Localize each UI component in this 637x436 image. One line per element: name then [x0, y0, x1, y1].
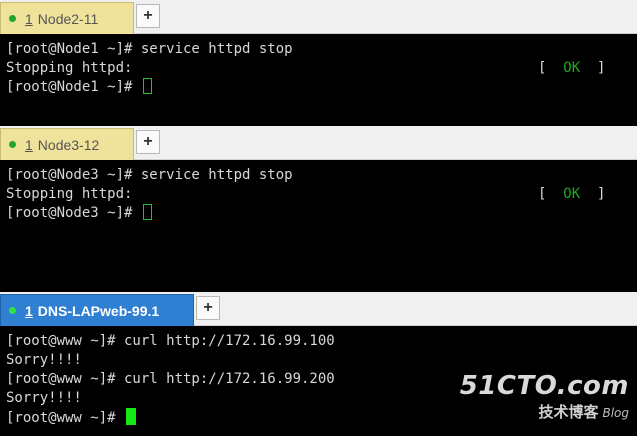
tab-dns-lapweb[interactable]: 1 DNS-LAPweb-99.1	[0, 294, 194, 326]
watermark: 51CTO.com 技术博客 Blog	[460, 371, 629, 422]
tab-bar: 1 Node2-11 +	[0, 0, 637, 34]
connection-status-icon	[9, 307, 16, 314]
terminal-line: Sorry!!!!	[6, 352, 82, 368]
connection-status-icon	[9, 141, 16, 148]
terminal-prompt: [root@Node1 ~]#	[6, 78, 637, 97]
tab-bar: 1 Node3-12 +	[0, 126, 637, 160]
tab-title: Node3-12	[37, 136, 100, 153]
status-ok: [ OK ]	[538, 186, 606, 202]
terminal-output[interactable]: [root@www ~]# curl http://172.16.99.100 …	[0, 326, 637, 436]
tab-node2-11[interactable]: 1 Node2-11	[0, 2, 134, 34]
terminal-line: Stopping httpd:[ OK ]	[6, 186, 606, 202]
tab-node3-12[interactable]: 1 Node3-12	[0, 128, 134, 160]
connection-status-icon	[9, 15, 16, 22]
cursor-icon	[126, 408, 137, 425]
tab-title: DNS-LAPweb-99.1	[37, 302, 160, 319]
watermark-brand: 51CTO.com	[459, 371, 629, 401]
new-tab-button[interactable]: +	[136, 130, 160, 154]
terminal-output[interactable]: [root@Node1 ~]# service httpd stop Stopp…	[0, 34, 637, 126]
terminal-prompt: [root@Node3 ~]#	[6, 204, 637, 223]
cursor-icon	[142, 78, 152, 94]
terminal-output[interactable]: [root@Node3 ~]# service httpd stop Stopp…	[0, 160, 637, 292]
watermark-blog: Blog	[602, 406, 629, 420]
terminal-line: Stopping httpd:[ OK ]	[6, 60, 606, 76]
tab-title: Node2-11	[37, 10, 99, 27]
tab-number: 1	[25, 136, 33, 153]
terminal-line: [root@Node1 ~]# service httpd stop	[6, 41, 293, 57]
terminal-line: [root@Node3 ~]# service httpd stop	[6, 167, 293, 183]
terminal-pane-dns: 1 DNS-LAPweb-99.1 + [root@www ~]# curl h…	[0, 292, 637, 436]
terminal-pane-node2: 1 Node2-11 + [root@Node1 ~]# service htt…	[0, 0, 637, 126]
tab-number: 1	[25, 302, 33, 319]
new-tab-button[interactable]: +	[196, 296, 220, 320]
terminal-line: [root@www ~]# curl http://172.16.99.100	[6, 333, 335, 349]
tab-number: 1	[25, 10, 33, 27]
tab-bar: 1 DNS-LAPweb-99.1 +	[0, 292, 637, 326]
watermark-sub: 技术博客	[538, 403, 599, 421]
new-tab-button[interactable]: +	[136, 4, 160, 28]
terminal-pane-node3: 1 Node3-12 + [root@Node3 ~]# service htt…	[0, 126, 637, 292]
cursor-icon	[142, 204, 152, 220]
status-ok: [ OK ]	[538, 60, 606, 76]
